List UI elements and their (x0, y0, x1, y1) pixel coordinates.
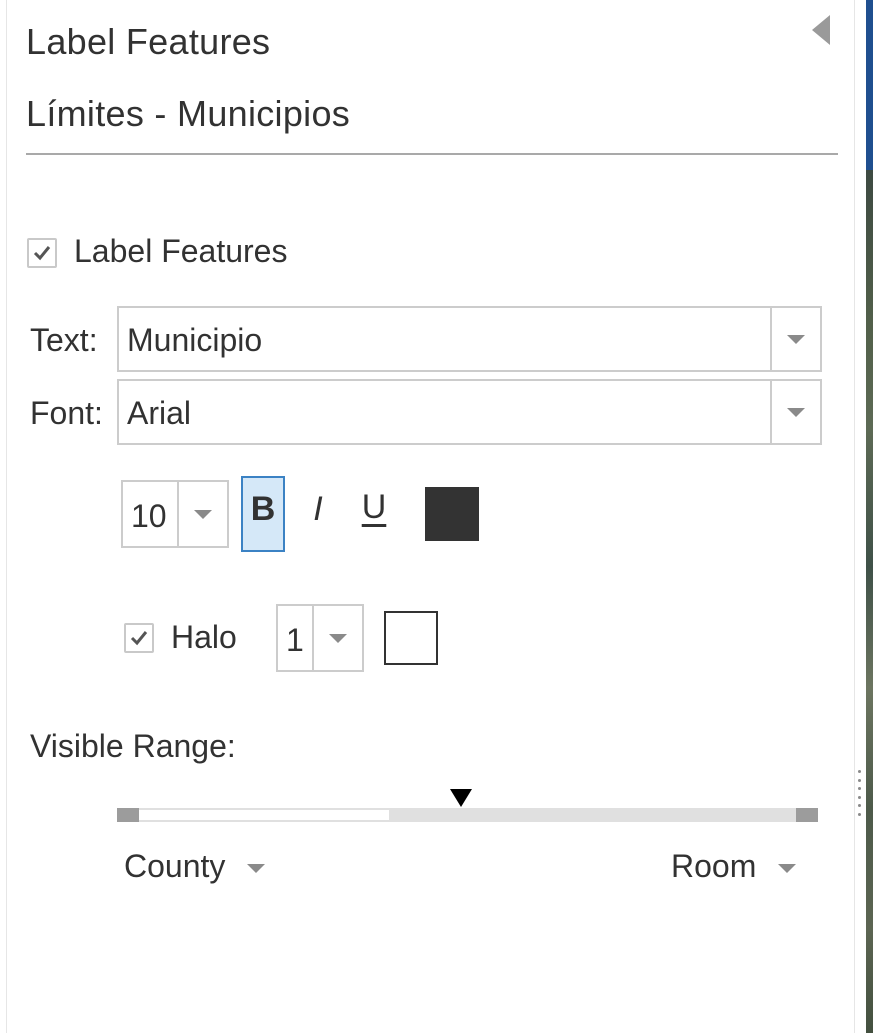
panel-title: Label Features (26, 21, 271, 62)
max-scale-value: Room (671, 848, 757, 884)
font-size-select[interactable]: 10 (121, 480, 229, 548)
chevron-down-icon (194, 509, 212, 519)
header-divider (26, 153, 838, 155)
halo-size-select[interactable]: 1 (276, 604, 364, 672)
chevron-down-icon (787, 407, 805, 417)
map-background-top (866, 0, 873, 170)
font-color-swatch[interactable] (425, 487, 479, 541)
halo-size-value: 1 (286, 622, 304, 658)
bold-button[interactable]: B (241, 476, 285, 552)
text-field-select[interactable]: Municipio (117, 306, 822, 372)
visible-range-slider-track[interactable] (117, 808, 818, 822)
map-background (866, 170, 873, 1033)
current-scale-handle[interactable] (449, 789, 472, 807)
text-field-value: Municipio (127, 322, 263, 358)
min-scale-value: County (124, 848, 226, 884)
halo-checkbox-label: Halo (171, 619, 237, 655)
chevron-down-icon (787, 334, 805, 344)
font-size-dropdown[interactable] (177, 482, 227, 546)
font-field-label: Font: (30, 395, 103, 431)
layer-name: Límites - Municipios (26, 93, 351, 134)
halo-size-dropdown[interactable] (312, 606, 362, 670)
chevron-down-icon (329, 633, 347, 643)
font-field-dropdown[interactable] (770, 381, 820, 443)
slider-max-end (796, 808, 818, 822)
underline-button[interactable]: U (352, 476, 396, 552)
font-field-value: Arial (127, 395, 192, 431)
max-scale-select[interactable]: Room (671, 846, 797, 886)
visible-range-label: Visible Range: (30, 728, 236, 764)
font-size-value: 10 (131, 498, 167, 534)
collapse-panel-button[interactable] (806, 10, 836, 50)
label-features-checkbox-label: Label Features (74, 233, 288, 269)
text-field-label: Text: (30, 322, 98, 358)
min-scale-select[interactable]: County (124, 846, 266, 886)
slider-min-end (117, 808, 139, 822)
text-field-dropdown[interactable] (770, 308, 820, 370)
font-field-select[interactable]: Arial (117, 379, 822, 445)
checkmark-icon (130, 631, 148, 646)
label-features-checkbox[interactable] (27, 238, 57, 268)
chevron-left-icon (812, 15, 830, 45)
chevron-down-icon (778, 863, 797, 873)
halo-checkbox[interactable] (124, 623, 154, 653)
chevron-down-icon (247, 863, 266, 873)
checkmark-icon (33, 246, 51, 261)
panel-resize-handle[interactable] (858, 770, 862, 816)
italic-button[interactable]: I (296, 476, 340, 552)
halo-color-swatch[interactable] (384, 611, 438, 665)
slider-range-fill (139, 810, 389, 820)
